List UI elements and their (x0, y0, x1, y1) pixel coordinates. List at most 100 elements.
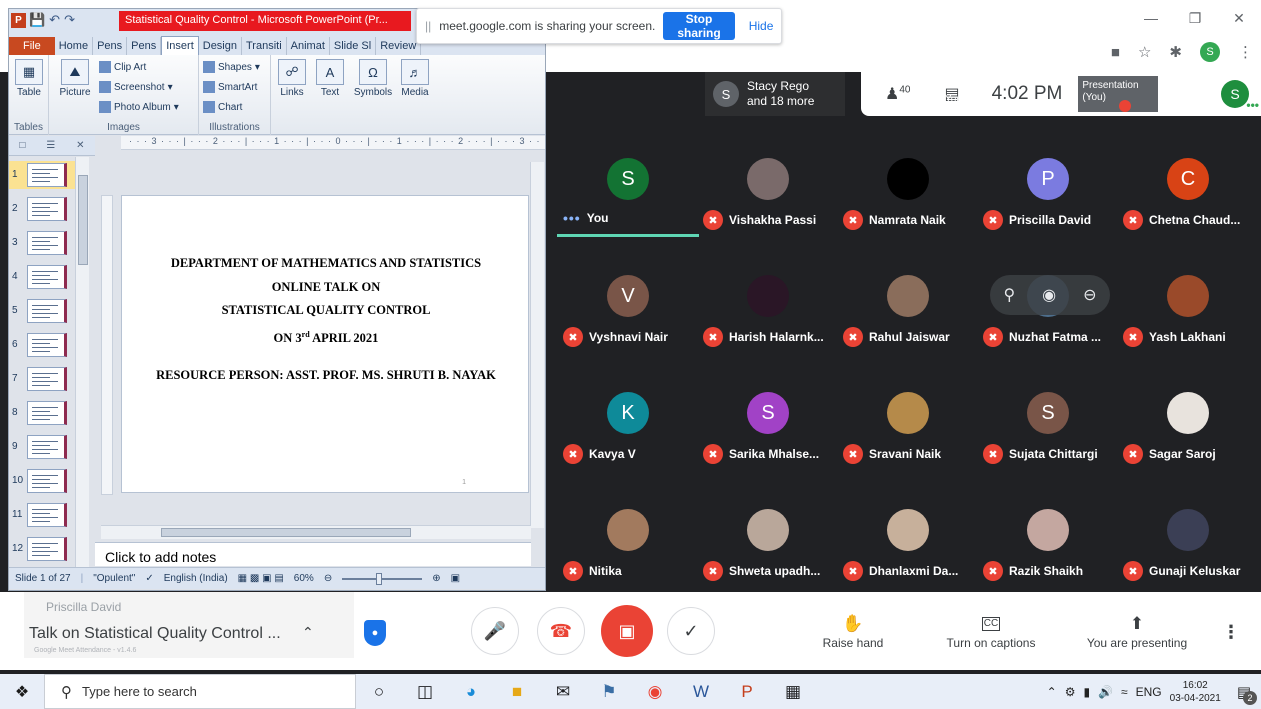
notes-pane[interactable]: Click to add notes (95, 542, 531, 566)
minimize-icon[interactable]: — (1129, 0, 1173, 36)
edge-browser-icon[interactable]: ◕ (448, 674, 494, 709)
thumbnail-scrollbar[interactable] (75, 157, 89, 567)
powerpoint-taskbar-icon[interactable]: P (724, 674, 770, 709)
spellcheck-icon[interactable]: ✓ (145, 573, 153, 584)
fit-slide-icon[interactable]: ▣ (451, 573, 460, 584)
task-view-icon[interactable]: ◫ (402, 674, 448, 709)
slide-canvas[interactable]: DEPARTMENT OF MATHEMATICS AND STATISTICS… (121, 195, 529, 493)
raise-hand-button[interactable]: ✋ Raise hand (818, 614, 888, 650)
quick-access-toolbar[interactable]: 💾↶↷ (29, 12, 79, 28)
meeting-title[interactable]: Talk on Statistical Quality Control ... (29, 625, 281, 643)
slide-thumbnail[interactable]: 9 (9, 433, 85, 461)
slide-thumbnail[interactable]: 10 (9, 467, 85, 495)
calculator-icon[interactable]: ▦ (770, 674, 816, 709)
shield-icon[interactable]: ● (364, 620, 386, 646)
word-icon[interactable]: W (678, 674, 724, 709)
participant-tile[interactable]: S ✖ Sarika Mhalse... (695, 384, 835, 501)
text-button[interactable]: A Text (315, 59, 345, 98)
participant-tile[interactable]: ✖ Namrata Naik (835, 150, 975, 267)
people-icon[interactable]: ♟40 (885, 84, 910, 104)
ribbon-tab-animat-7[interactable]: Animat (287, 37, 330, 55)
participant-tile[interactable]: V ✖ Vyshnavi Nair (555, 267, 695, 384)
scroll-thumb[interactable] (78, 175, 88, 265)
leave-call-button[interactable]: ☎ (537, 607, 585, 655)
slide-thumbnail[interactable]: 4 (9, 263, 85, 291)
extensions-icon[interactable]: ✱ (1169, 43, 1182, 61)
browser-menu-icon[interactable]: ⋮ (1238, 43, 1253, 61)
powerpoint-logo-icon[interactable]: P (11, 13, 26, 28)
participant-tile[interactable]: ✖ Vishakha Passi (695, 150, 835, 267)
status-language[interactable]: English (India) (164, 573, 228, 584)
symbols-button[interactable]: Ω Symbols (353, 59, 393, 98)
links-button[interactable]: ☍ Links (277, 59, 307, 98)
tray-chevron-icon[interactable]: ⌃ (1047, 685, 1057, 699)
presenter-chip[interactable]: S Stacy Rego and 18 more (705, 72, 845, 116)
ribbon-tab-insert-4[interactable]: Insert (161, 36, 199, 55)
chart-button[interactable]: Chart (203, 101, 242, 113)
photo-album-button[interactable]: Photo Album ▾ (99, 101, 179, 113)
chrome-icon[interactable]: ◉ (632, 674, 678, 709)
slides-tab-icon[interactable]: □ (19, 140, 25, 151)
camera-indicator-icon[interactable]: ■ (1111, 44, 1120, 61)
participant-tile[interactable]: S ••• You (555, 150, 699, 267)
slide-thumbnail[interactable]: 7 (9, 365, 85, 393)
cortana-icon[interactable]: ○ (356, 674, 402, 709)
status-zoom[interactable]: 60% (294, 573, 314, 584)
outline-tab-icon[interactable]: ☰ (46, 140, 55, 151)
view-buttons-icon[interactable]: ▦ ▩ ▣ ▤ (238, 573, 284, 584)
mute-participant-icon[interactable]: ◉ (1042, 285, 1056, 305)
presenting-button[interactable]: ⬆ You are presenting (1082, 614, 1192, 650)
battery-icon[interactable]: ▮ (1083, 685, 1090, 699)
ribbon-tab-design-5[interactable]: Design (199, 37, 242, 55)
zoom-out-icon[interactable]: ⊖ (324, 573, 332, 584)
more-dots-icon[interactable]: ••• (1246, 98, 1259, 112)
microphone-button[interactable]: 🎤 (471, 607, 519, 655)
slide-thumbnail[interactable]: 3 (9, 229, 85, 257)
smartart-button[interactable]: SmartArt (203, 81, 257, 93)
slide-thumbnail[interactable]: 11 (9, 501, 85, 529)
profile-avatar[interactable]: S (1200, 42, 1220, 62)
ribbon-tab-file-0[interactable]: File (9, 37, 55, 55)
slide-thumbnail[interactable]: 8 (9, 399, 85, 427)
hide-banner-button[interactable]: Hide (743, 19, 780, 33)
table-button[interactable]: ▦ Table (15, 59, 43, 98)
camera-off-button[interactable]: ▣ (601, 605, 653, 657)
drag-handle-icon[interactable]: || (425, 19, 431, 33)
participant-tile[interactable]: K ✖ Kavya V (555, 384, 695, 501)
slide-thumbnail[interactable]: 1 (9, 161, 85, 189)
app-icon[interactable]: ⚑ (586, 674, 632, 709)
zoom-in-icon[interactable]: ⊕ (432, 573, 440, 584)
input-language[interactable]: ENG (1136, 685, 1162, 699)
slide-thumbnail[interactable]: 12 (9, 535, 85, 563)
restore-icon[interactable]: ❐ (1173, 0, 1217, 36)
slide-thumbnail[interactable]: 2 (9, 195, 85, 223)
media-button[interactable]: ♬ Media (399, 59, 431, 98)
zoom-slider[interactable] (342, 572, 423, 585)
bookmark-star-icon[interactable]: ☆ (1138, 43, 1151, 61)
remove-icon[interactable]: ⊖ (1083, 285, 1096, 305)
chevron-up-icon[interactable]: ⌃ (302, 624, 314, 641)
windows-start-icon[interactable]: ❖ (0, 674, 44, 709)
participant-tile[interactable]: ✖ Harish Halarnk... (695, 267, 835, 384)
participant-tile[interactable]: ✖ Rahul Jaiswar (835, 267, 975, 384)
captions-button[interactable]: CC Turn on captions (940, 614, 1042, 650)
clip-art-button[interactable]: Clip Art (99, 61, 146, 73)
more-options-icon[interactable]: ⋮ (1222, 622, 1240, 643)
ribbon-tab-transiti-6[interactable]: Transiti (242, 37, 287, 55)
participant-tile[interactable]: S ✖ Sujata Chittargi (975, 384, 1115, 501)
picture-button[interactable]: ⛰ Picture (57, 59, 93, 98)
close-panel-icon[interactable]: ✕ (76, 140, 84, 151)
speaker-volume-icon[interactable]: 🔊 (1098, 685, 1113, 699)
ribbon-tab-review-9[interactable]: Review (376, 37, 422, 55)
participant-tile[interactable]: ✖ Sagar Saroj (1115, 384, 1255, 501)
ribbon-tab-home-1[interactable]: Home (55, 37, 94, 55)
wifi-icon[interactable]: ≈ (1121, 685, 1128, 699)
tray-app-icon[interactable]: ⚙ (1065, 685, 1076, 699)
mail-icon[interactable]: ✉ (540, 674, 586, 709)
stop-sharing-button[interactable]: Stop sharing (663, 12, 735, 40)
notification-center-icon[interactable]: ▤ 2 (1237, 683, 1257, 705)
zoom-knob[interactable] (376, 572, 383, 585)
participant-tile[interactable]: C ✖ Chetna Chaud... (1115, 150, 1255, 267)
participant-tile[interactable]: P ✖ Priscilla David (975, 150, 1115, 267)
slide-vertical-scrollbar[interactable] (530, 162, 544, 528)
